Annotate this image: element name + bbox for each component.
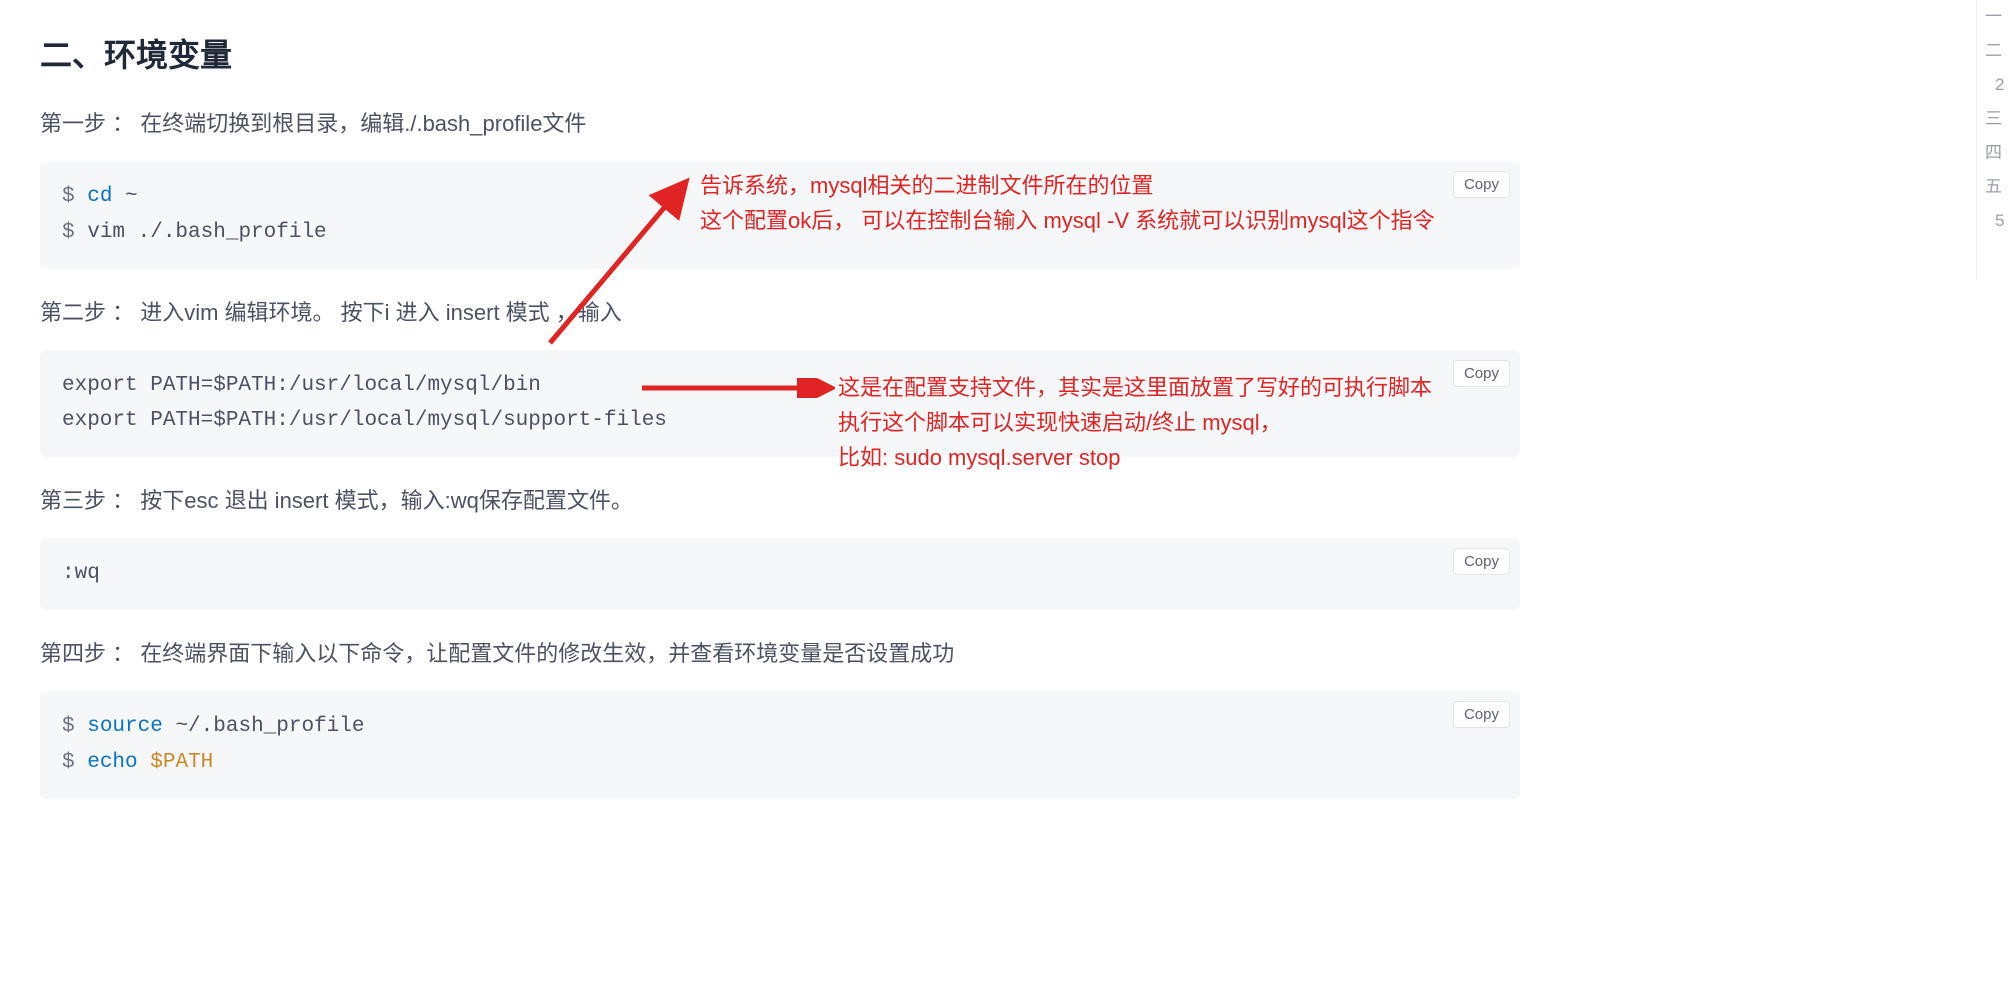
step-4-text: 第四步 ： 在终端界面下输入以下命令，让配置文件的修改生效，并查看环境变量是否设… [40,636,1520,671]
echo-var: $PATH [150,751,213,774]
toc-item-2[interactable]: 二 [1985,34,2016,68]
export-line-1: export PATH=$PATH:/usr/local/mysql/bin [62,374,541,397]
toc-item-4[interactable]: 四 [1985,136,2016,170]
source-command: source [87,715,163,738]
prompt: $ [62,751,75,774]
echo-command: echo [87,751,137,774]
toc-item-2-sub[interactable]: 2 [1985,68,2016,102]
table-of-contents[interactable]: 一 二 2 三 四 五 5 [1976,0,2016,280]
prompt: $ [62,221,75,244]
copy-button[interactable]: Copy [1453,548,1510,575]
toc-item-3[interactable]: 三 [1985,102,2016,136]
cd-command: cd [87,185,112,208]
step-2-text: 第二步 ： 进入vim 编辑环境。 按下i 进入 insert 模式 ，输入 [40,295,1520,330]
code-block-2: export PATH=$PATH:/usr/local/mysql/bin e… [40,350,1520,457]
copy-button[interactable]: Copy [1453,701,1510,728]
copy-button[interactable]: Copy [1453,171,1510,198]
section-heading: 二、环境变量 [40,30,1520,76]
vim-command: vim ./.bash_profile [87,221,326,244]
prompt: $ [62,185,75,208]
toc-item-5-sub[interactable]: 5 [1985,204,2016,238]
toc-item-5[interactable]: 五 [1985,170,2016,204]
copy-button[interactable]: Copy [1453,360,1510,387]
export-line-2: export PATH=$PATH:/usr/local/mysql/suppo… [62,409,667,432]
prompt: $ [62,715,75,738]
wq-command: :wq [62,562,100,585]
code-block-1: $ cd ~ $ vim ./.bash_profile Copy [40,161,1520,268]
cd-arg: ~ [125,185,138,208]
code-block-3: :wq Copy [40,538,1520,610]
source-arg: ~/.bash_profile [175,715,364,738]
step-1-text: 第一步 ： 在终端切换到根目录，编辑./.bash_profile文件 [40,106,1520,141]
step-3-text: 第三步 ： 按下esc 退出 insert 模式，输入:wq保存配置文件。 [40,483,1520,518]
code-block-4: $ source ~/.bash_profile $ echo $PATH Cop… [40,691,1520,798]
toc-item-1[interactable]: 一 [1985,0,2016,34]
